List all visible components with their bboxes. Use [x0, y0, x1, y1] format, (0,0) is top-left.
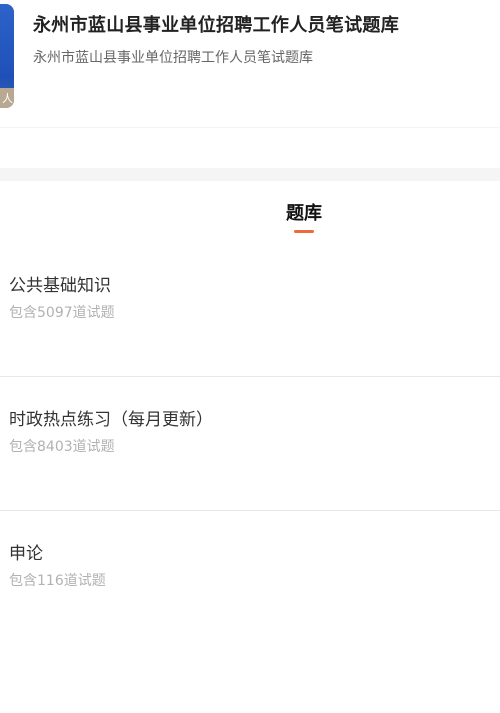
tab-active-indicator: [294, 230, 314, 233]
list-divider: [0, 510, 500, 511]
page: 人 永州市蓝山县事业单位招聘工作人员笔试题库 永州市蓝山县事业单位招聘工作人员笔…: [0, 0, 500, 713]
exam-title: 永州市蓝山县事业单位招聘工作人员笔试题库: [33, 15, 399, 36]
item-title: 公共基础知识: [9, 276, 111, 296]
list-item-public-knowledge[interactable]: 公共基础知识 包含5097道试题: [0, 271, 500, 351]
exam-subtitle: 永州市蓝山县事业单位招聘工作人员笔试题库: [33, 50, 313, 66]
item-title: 申论: [9, 544, 43, 564]
cover-band-text: 人: [2, 92, 13, 105]
section-gap: [0, 168, 500, 181]
list-item-current-affairs[interactable]: 时政热点练习（每月更新） 包含8403道试题: [0, 405, 500, 485]
header-divider: [0, 127, 500, 128]
tab-question-bank[interactable]: 题库: [0, 199, 500, 225]
cover-band: 人: [0, 88, 14, 108]
book-cover-image: 人: [0, 4, 14, 108]
list-item-essay[interactable]: 申论 包含116道试题: [0, 539, 500, 619]
list-divider: [0, 376, 500, 377]
item-question-count: 包含8403道试题: [9, 439, 115, 455]
item-title: 时政热点练习（每月更新）: [9, 410, 213, 430]
item-question-count: 包含5097道试题: [9, 305, 115, 321]
exam-header: 人 永州市蓝山县事业单位招聘工作人员笔试题库 永州市蓝山县事业单位招聘工作人员笔…: [0, 0, 500, 128]
item-question-count: 包含116道试题: [9, 573, 106, 589]
